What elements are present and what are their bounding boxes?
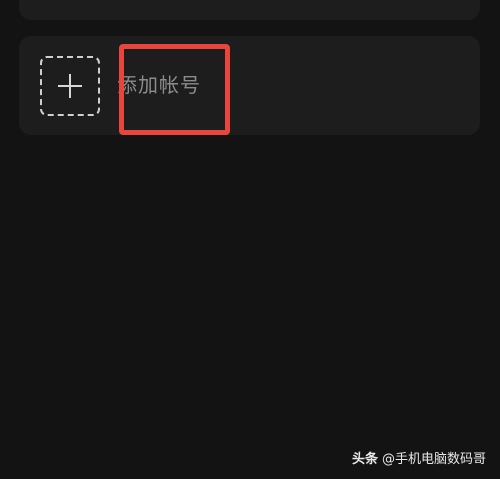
account-card[interactable] (19, 0, 480, 20)
watermark-brand: 头条 (351, 452, 378, 467)
watermark: 头条 @手机电脑数码哥 (352, 451, 486, 469)
watermark-handle: @手机电脑数码哥 (381, 452, 486, 467)
plus-icon (58, 74, 82, 98)
add-account-card[interactable]: 添加帐号 (19, 36, 480, 135)
highlight-annotation (119, 44, 230, 135)
add-account-plus-button[interactable] (40, 56, 100, 116)
